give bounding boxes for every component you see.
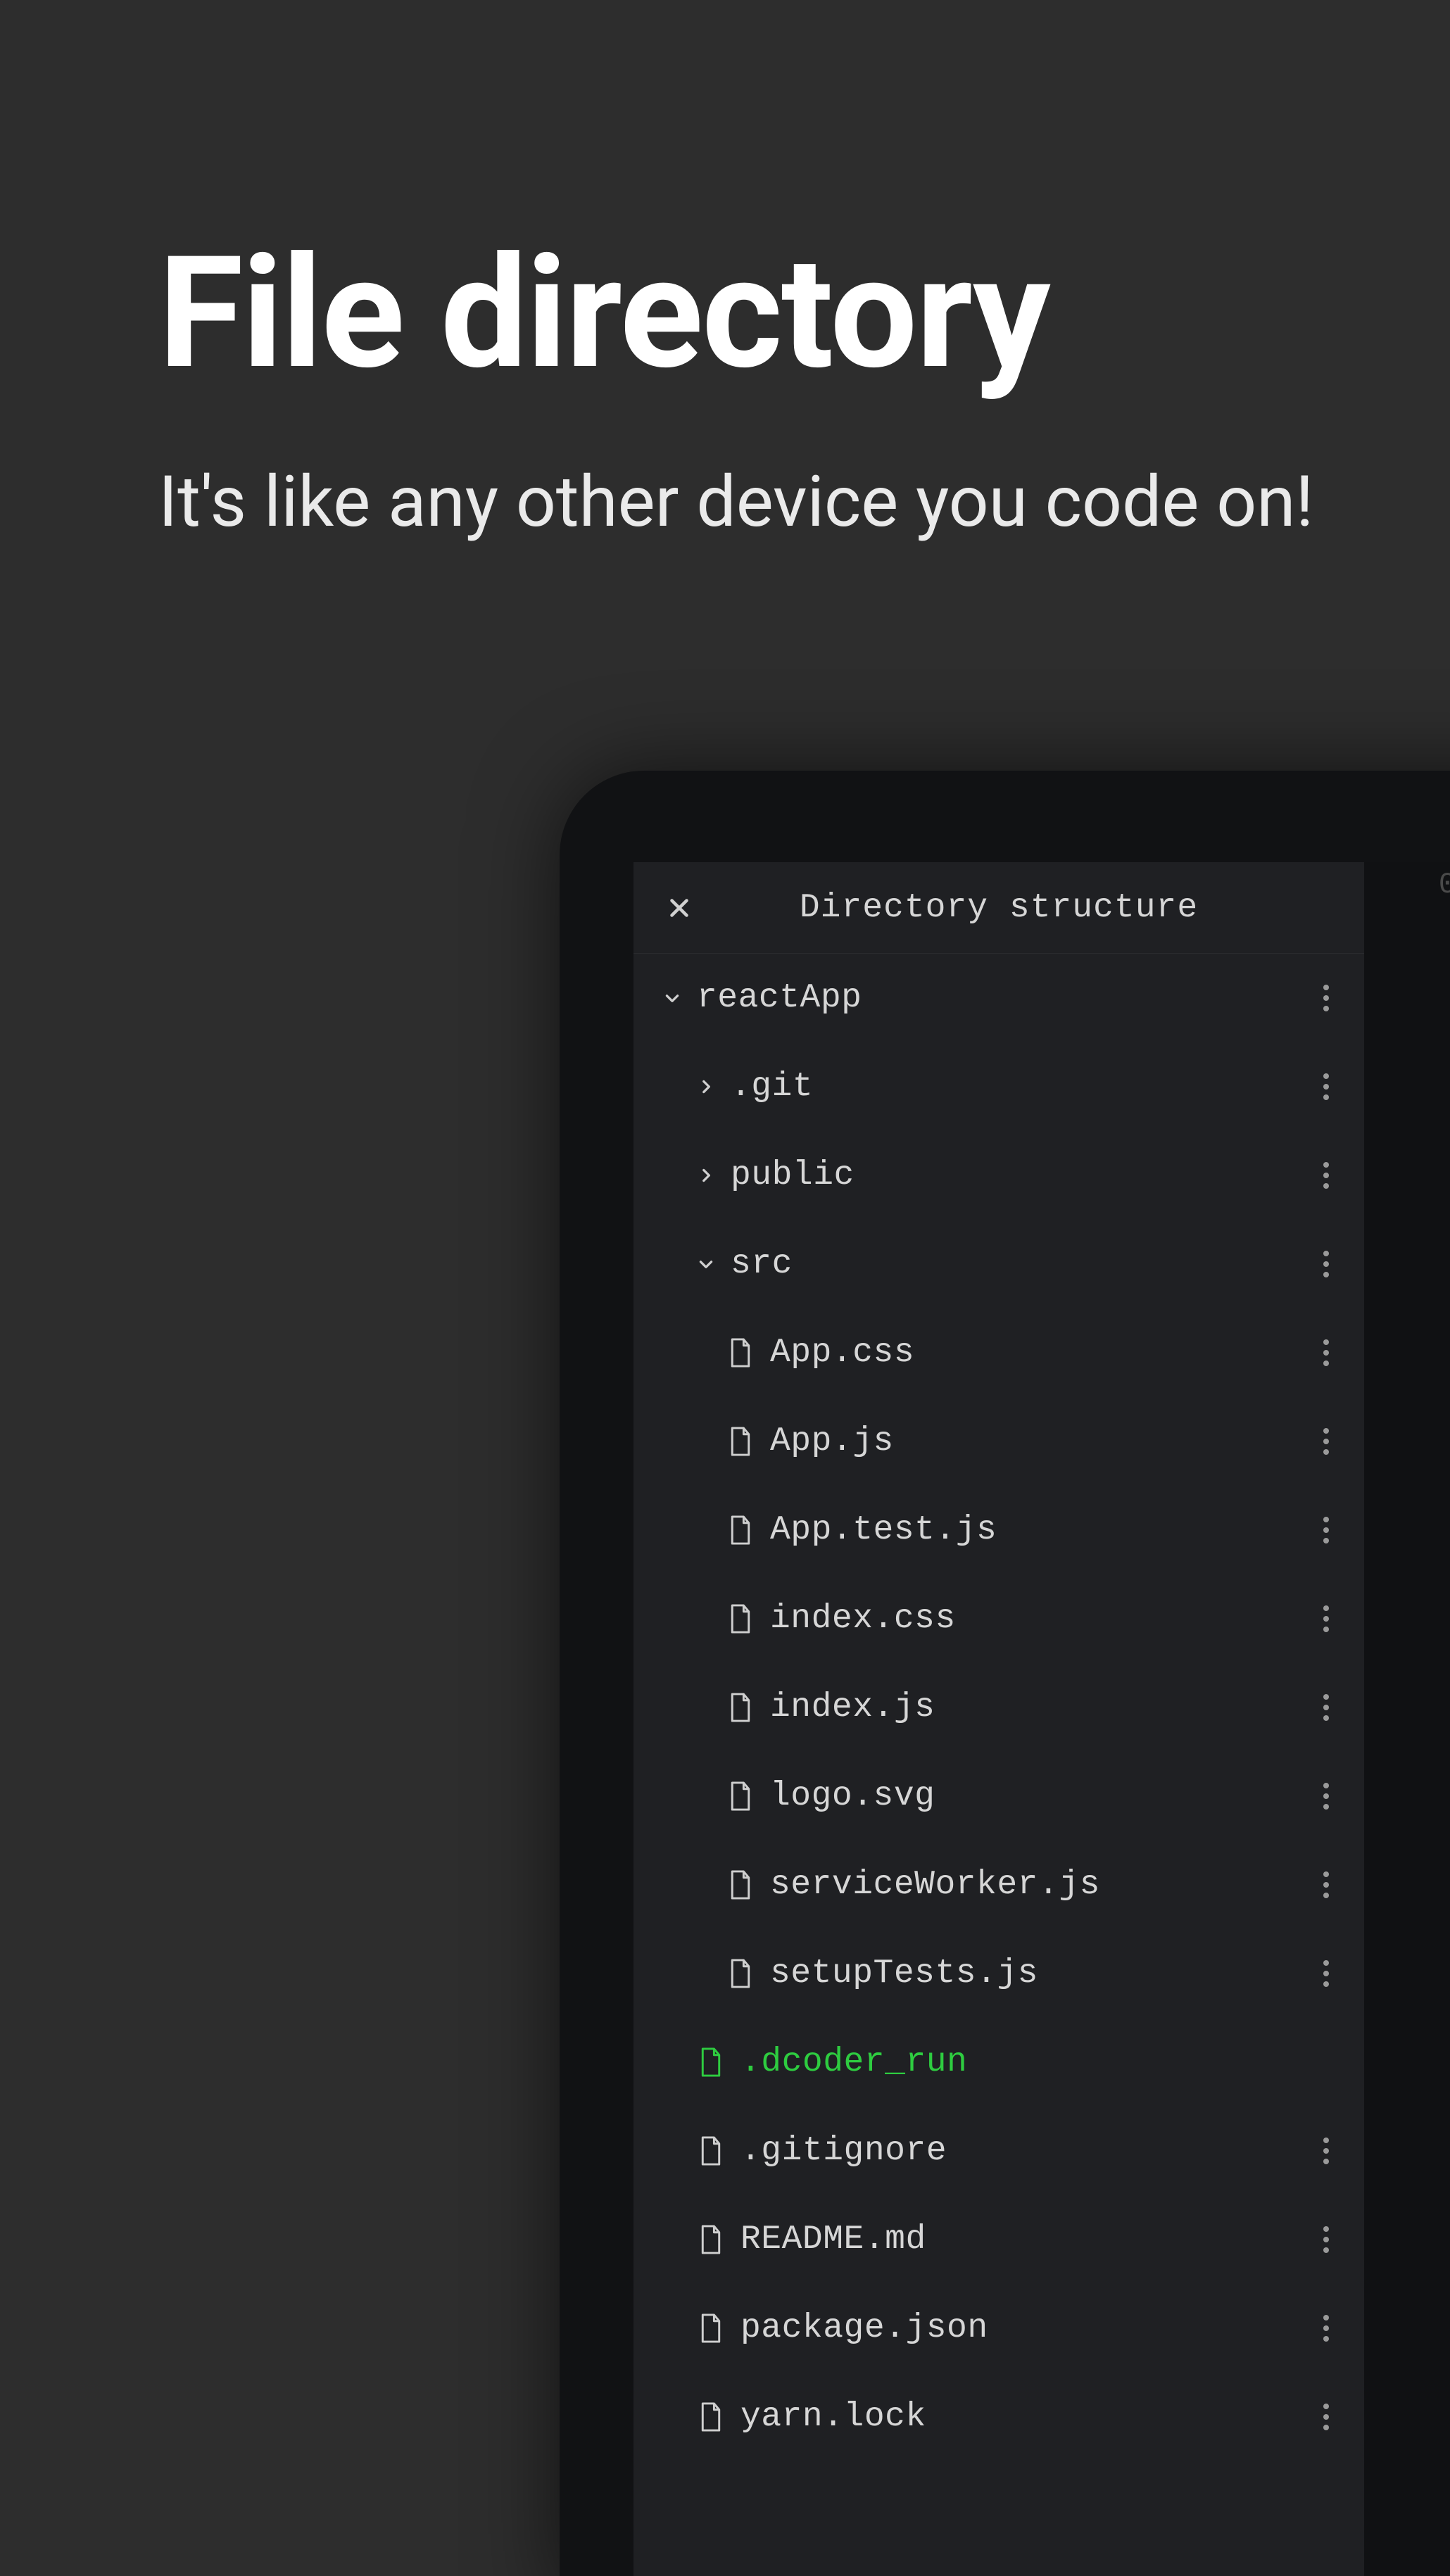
chevron-down-icon[interactable] xyxy=(662,989,683,1007)
file-icon xyxy=(695,2135,726,2166)
folder-row-public[interactable]: public xyxy=(633,1131,1364,1220)
more-menu-icon[interactable] xyxy=(1312,2225,1340,2254)
file-icon xyxy=(695,2401,726,2432)
file-label: index.js xyxy=(770,1688,935,1726)
folder-row-src[interactable]: src xyxy=(633,1220,1364,1308)
more-menu-icon[interactable] xyxy=(1312,1871,1340,1899)
more-menu-icon[interactable] xyxy=(1312,1427,1340,1456)
close-icon[interactable] xyxy=(662,890,697,926)
file-icon xyxy=(725,1515,756,1546)
device-frame: Directory structure reactApp .git public sr… xyxy=(560,771,1450,2576)
file-row-gitignore[interactable]: .gitignore xyxy=(633,2107,1364,2195)
more-menu-icon[interactable] xyxy=(1312,1605,1340,1633)
page-subtitle: It's like any other device you code on! xyxy=(158,458,1323,546)
more-menu-icon[interactable] xyxy=(1312,1782,1340,1810)
file-label: README.md xyxy=(740,2221,926,2259)
file-row-dcoder[interactable]: .dcoder_run xyxy=(633,2018,1364,2107)
file-label: package.json xyxy=(740,2309,988,2347)
chevron-right-icon[interactable] xyxy=(695,1078,717,1096)
more-menu-icon[interactable] xyxy=(1312,1073,1340,1101)
more-menu-icon[interactable] xyxy=(1312,2314,1340,2342)
file-row-apptest[interactable]: App.test.js xyxy=(633,1486,1364,1574)
file-row-readme[interactable]: README.md xyxy=(633,2195,1364,2284)
file-row-indexjs[interactable]: index.js xyxy=(633,1663,1364,1752)
folder-label: reactApp xyxy=(697,979,862,1017)
file-label: App.js xyxy=(770,1422,894,1460)
file-icon xyxy=(695,2313,726,2344)
file-label: setupTests.js xyxy=(770,1955,1038,1993)
more-menu-icon[interactable] xyxy=(1312,1250,1340,1278)
file-row-appcss[interactable]: App.css xyxy=(633,1308,1364,1397)
file-icon xyxy=(725,1781,756,1812)
file-label: App.test.js xyxy=(770,1511,997,1549)
more-menu-icon[interactable] xyxy=(1312,2403,1340,2431)
file-icon xyxy=(695,2047,726,2078)
more-menu-icon[interactable] xyxy=(1312,2137,1340,2165)
file-icon xyxy=(725,1692,756,1723)
directory-title: Directory structure xyxy=(697,889,1336,927)
more-menu-icon[interactable] xyxy=(1312,984,1340,1012)
file-label: yarn.lock xyxy=(740,2398,926,2436)
more-menu-icon[interactable] xyxy=(1312,1959,1340,1988)
editor-background: 0 used ry oject t it ny xyxy=(1364,862,1450,2576)
file-icon xyxy=(725,1337,756,1368)
device-screen: Directory structure reactApp .git public sr… xyxy=(633,862,1450,2576)
chevron-down-icon[interactable] xyxy=(695,1255,717,1273)
file-label: logo.svg xyxy=(770,1777,935,1815)
file-row-yarn[interactable]: yarn.lock xyxy=(633,2373,1364,2461)
file-row-logo[interactable]: logo.svg xyxy=(633,1752,1364,1841)
file-icon xyxy=(695,2224,726,2255)
more-menu-icon[interactable] xyxy=(1312,1339,1340,1367)
file-icon xyxy=(725,1426,756,1457)
file-icon xyxy=(725,1603,756,1634)
directory-panel: Directory structure reactApp .git public sr… xyxy=(633,862,1364,2576)
more-menu-icon[interactable] xyxy=(1312,1516,1340,1544)
file-label: index.css xyxy=(770,1600,956,1638)
folder-row-reactApp[interactable]: reactApp xyxy=(633,954,1364,1042)
chevron-right-icon[interactable] xyxy=(695,1166,717,1185)
file-row-setup[interactable]: setupTests.js xyxy=(633,1929,1364,2018)
file-label: .dcoder_run xyxy=(740,2043,967,2081)
more-menu-icon[interactable] xyxy=(1312,1161,1340,1189)
file-row-pkg[interactable]: package.json xyxy=(633,2284,1364,2373)
file-icon xyxy=(725,1869,756,1900)
bg-text: 0 used xyxy=(1439,868,1450,902)
file-label: .gitignore xyxy=(740,2132,947,2170)
page-title: File directory xyxy=(158,232,1323,395)
file-row-indexcss[interactable]: index.css xyxy=(633,1574,1364,1663)
folder-label: .git xyxy=(731,1068,813,1106)
folder-label: src xyxy=(731,1245,793,1283)
file-label: serviceWorker.js xyxy=(770,1866,1100,1904)
file-tree: reactApp .git public src App.css App.js App.te… xyxy=(633,954,1364,2576)
file-row-appjs[interactable]: App.js xyxy=(633,1397,1364,1486)
folder-label: public xyxy=(731,1156,855,1194)
directory-header: Directory structure xyxy=(633,862,1364,954)
folder-row-git[interactable]: .git xyxy=(633,1042,1364,1131)
file-row-sw[interactable]: serviceWorker.js xyxy=(633,1841,1364,1929)
file-label: App.css xyxy=(770,1334,914,1372)
file-icon xyxy=(725,1958,756,1989)
more-menu-icon[interactable] xyxy=(1312,1693,1340,1722)
